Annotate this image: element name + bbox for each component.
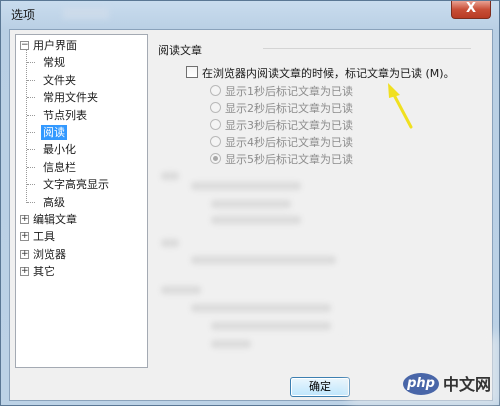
site-watermark: php 中文网 — [349, 335, 499, 405]
watermark-text: 中文网 — [442, 375, 491, 394]
php-logo: php — [403, 373, 439, 395]
options-dialog: 选项 X − 用户界面 常规 文件夹 常用文件夹 节点列表 阅读 最小化 信息栏… — [0, 0, 500, 406]
